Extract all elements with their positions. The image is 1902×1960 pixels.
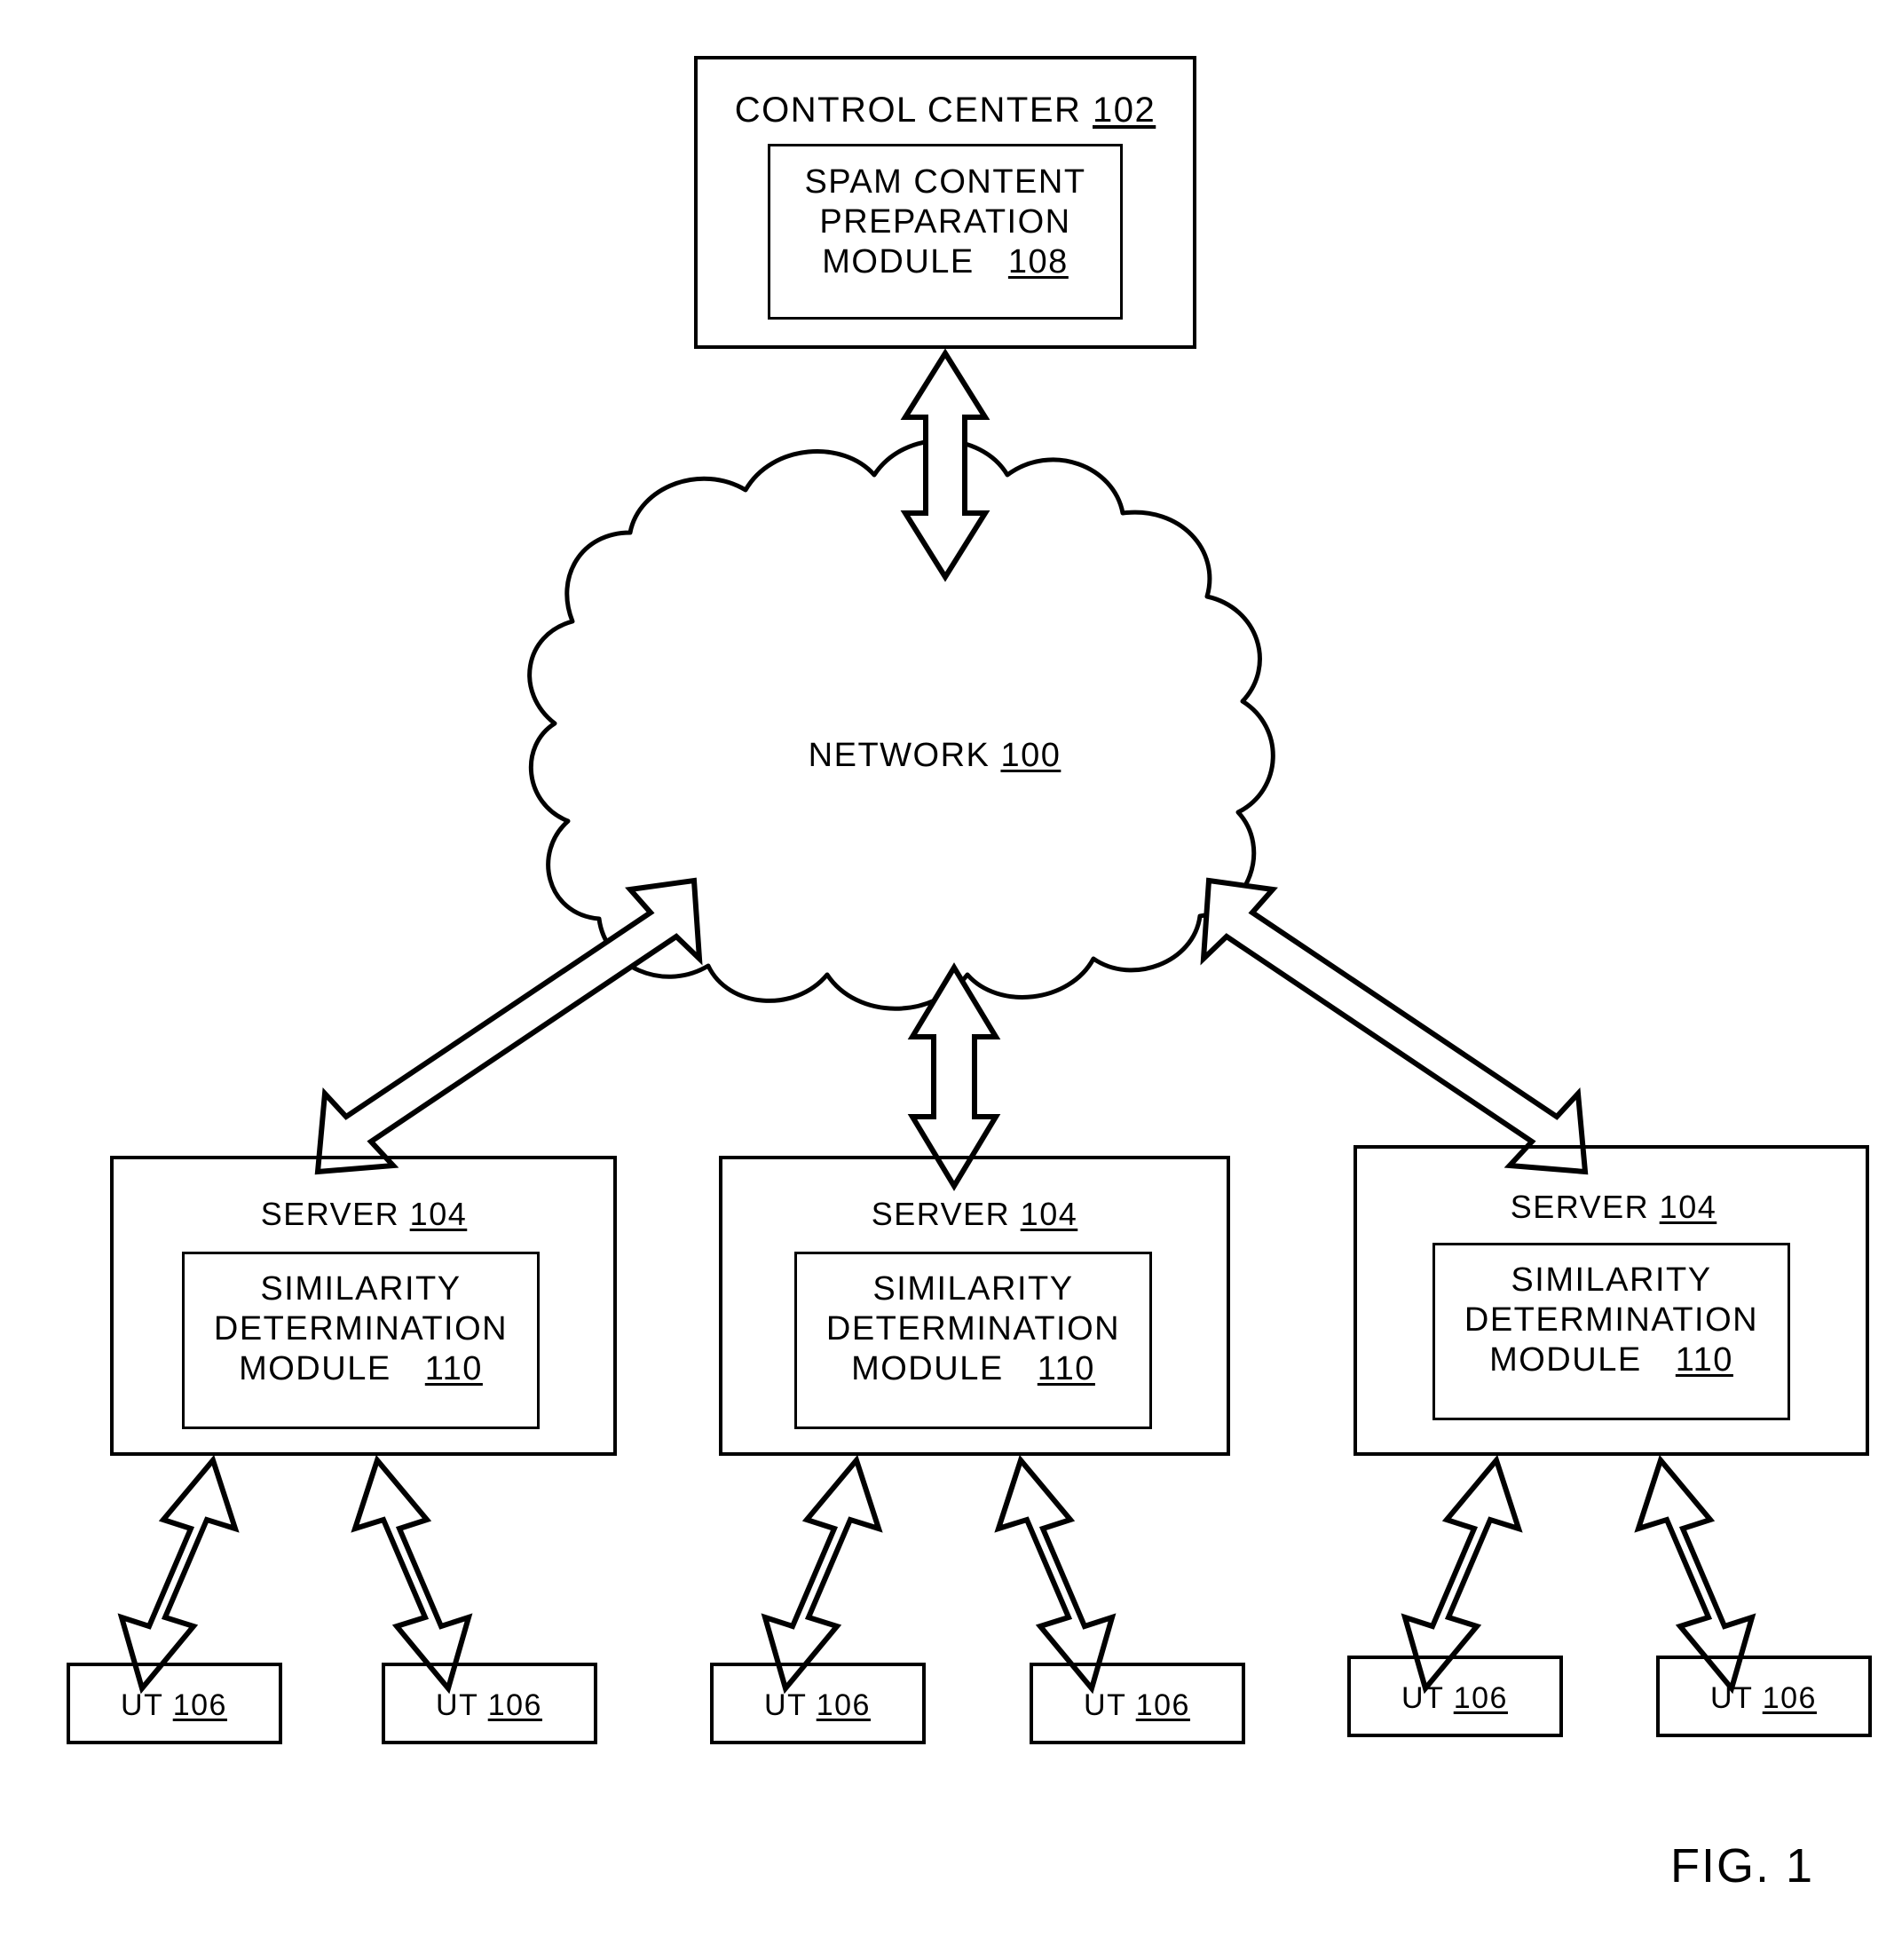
server-left-title: SERVER 104 (261, 1198, 468, 1230)
arrow-network-server-left (314, 877, 703, 1175)
server-left-ref: 104 (409, 1196, 468, 1232)
user-terminal-label-3: UT 106 (764, 1690, 871, 1720)
module-line-3: MODULE (822, 242, 975, 281)
ut-ref: 106 (1135, 1688, 1190, 1722)
module-line-3: MODULE (851, 1349, 1004, 1387)
arrow-server-middle-ut-1 (761, 1454, 883, 1695)
module-line-3-wrap: MODULE 110 (794, 1349, 1152, 1389)
arrow-server-right-ut-1 (1401, 1454, 1523, 1695)
module-ref: 108 (1007, 242, 1069, 281)
ut-ref: 106 (1762, 1681, 1817, 1715)
module-line-3-wrap: MODULE 110 (182, 1349, 540, 1389)
arrow-server-right-ut-2 (1634, 1454, 1756, 1695)
module-line-2: DETERMINATION (1464, 1300, 1759, 1339)
user-terminal-label-4: UT 106 (1084, 1690, 1190, 1720)
user-terminal-label-5: UT 106 (1401, 1683, 1508, 1713)
network-label: NETWORK 100 (809, 739, 1061, 772)
spam-content-preparation-module-label: SPAM CONTENT PREPARATION MODULE 108 (768, 162, 1123, 281)
module-line-1: SIMILARITY (872, 1270, 1074, 1308)
similarity-determination-module-label-middle: SIMILARITY DETERMINATION MODULE 110 (794, 1269, 1152, 1388)
similarity-determination-module-label-left: SIMILARITY DETERMINATION MODULE 110 (182, 1269, 540, 1388)
server-middle-title: SERVER 104 (872, 1198, 1078, 1230)
control-center-title-text: CONTROL CENTER (734, 91, 1082, 130)
ut-title-text: UT (1710, 1681, 1753, 1715)
user-terminal-label-6: UT 106 (1710, 1683, 1817, 1713)
server-right-title-text: SERVER (1510, 1189, 1650, 1225)
arrow-server-middle-ut-2 (994, 1454, 1117, 1695)
server-left-title-text: SERVER (260, 1196, 400, 1232)
module-ref: 110 (424, 1349, 483, 1387)
module-line-3-wrap: MODULE 108 (768, 242, 1123, 282)
network-ref: 100 (1000, 737, 1061, 774)
module-line-3: MODULE (239, 1349, 391, 1387)
module-ref: 110 (1675, 1340, 1733, 1379)
arrow-network-server-right (1200, 877, 1589, 1175)
server-right-ref: 104 (1659, 1189, 1717, 1225)
patent-figure-1: CONTROL CENTER 102 SPAM CONTENT PREPARAT… (0, 0, 1902, 1960)
ut-ref: 106 (172, 1688, 227, 1722)
similarity-determination-module-label-right: SIMILARITY DETERMINATION MODULE 110 (1432, 1261, 1790, 1379)
user-terminal-label-2: UT 106 (436, 1690, 542, 1720)
ut-title-text: UT (121, 1688, 163, 1722)
ut-ref: 106 (1453, 1681, 1508, 1715)
control-center-title: CONTROL CENTER 102 (735, 92, 1156, 128)
server-middle-ref: 104 (1020, 1196, 1078, 1232)
module-line-3-wrap: MODULE 110 (1432, 1340, 1790, 1380)
arrow-server-left-ut-1 (117, 1454, 240, 1695)
ut-title-text: UT (436, 1688, 478, 1722)
module-line-2: PREPARATION (819, 202, 1071, 241)
server-right-title: SERVER 104 (1511, 1191, 1717, 1223)
module-line-3: MODULE (1489, 1340, 1642, 1379)
ut-title-text: UT (1084, 1688, 1126, 1722)
ut-title-text: UT (1401, 1681, 1444, 1715)
server-middle-title-text: SERVER (871, 1196, 1011, 1232)
module-ref: 110 (1037, 1349, 1095, 1387)
ut-title-text: UT (764, 1688, 807, 1722)
ut-ref: 106 (487, 1688, 542, 1722)
module-line-1: SPAM CONTENT (804, 163, 1086, 201)
module-line-1: SIMILARITY (260, 1270, 462, 1308)
user-terminal-label-1: UT 106 (121, 1690, 227, 1720)
module-line-2: DETERMINATION (213, 1309, 509, 1348)
figure-caption: FIG. 1 (1670, 1839, 1815, 1893)
module-line-1: SIMILARITY (1511, 1261, 1712, 1299)
ut-ref: 106 (816, 1688, 871, 1722)
control-center-ref: 102 (1093, 91, 1156, 130)
arrow-server-left-ut-2 (351, 1454, 473, 1695)
module-line-2: DETERMINATION (825, 1309, 1121, 1348)
network-title-text: NETWORK (808, 737, 990, 774)
